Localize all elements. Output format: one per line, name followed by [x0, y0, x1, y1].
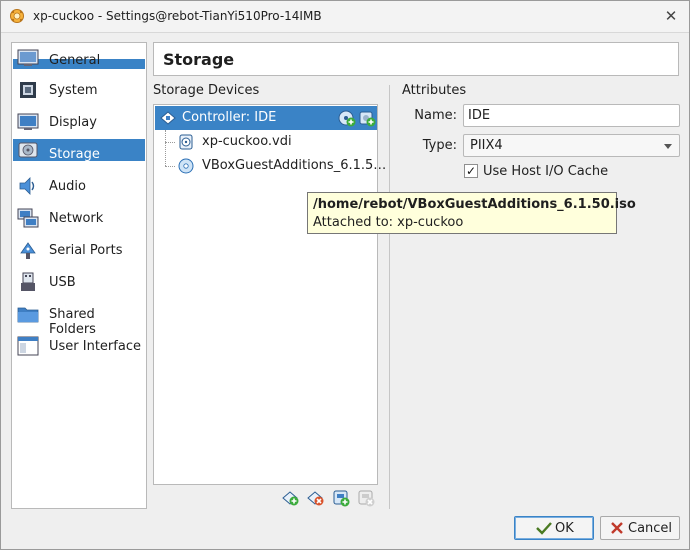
add-optical-drive-icon[interactable]	[338, 109, 356, 127]
ok-button[interactable]: OK	[514, 516, 594, 540]
use-host-io-cache-checkbox[interactable]: ✓	[464, 164, 478, 178]
tree-item-hard-disk[interactable]: xp-cuckoo.vdi	[155, 130, 377, 154]
attributes-label: Attributes	[402, 83, 467, 98]
optical-disk-icon	[178, 158, 194, 174]
tooltip-path: /home/rebot/VBoxGuestAdditions_6.1.50.is…	[313, 197, 636, 212]
tree-item-controller-ide[interactable]: Controller: IDE	[155, 106, 377, 130]
sidebar-item-shared-folders[interactable]: Shared Folders	[13, 303, 145, 337]
name-label: Name:	[414, 108, 457, 123]
cancel-button-label: Cancel	[628, 521, 673, 536]
serial-ports-icon	[20, 242, 36, 259]
ide-controller-icon	[160, 111, 176, 125]
close-icon[interactable]: ✕	[663, 8, 679, 24]
page-title: Storage	[153, 42, 679, 76]
sidebar-item-user-interface[interactable]: User Interface	[13, 335, 145, 357]
window-title: xp-cuckoo - Settings@rebot-TianYi510Pro-…	[33, 9, 322, 23]
network-icon	[17, 208, 39, 228]
add-controller-icon[interactable]	[282, 489, 300, 507]
sidebar-item-label: Storage	[49, 147, 100, 162]
ok-button-label: OK	[555, 521, 574, 536]
storage-devices-label: Storage Devices	[153, 83, 260, 98]
cancel-button[interactable]: Cancel	[600, 516, 680, 540]
system-icon	[20, 82, 36, 98]
tree-item-label: xp-cuckoo.vdi	[202, 134, 292, 149]
sidebar-item-label: General	[49, 53, 101, 68]
sidebar-item-storage[interactable]: Storage	[13, 139, 145, 162]
settings-window: xp-cuckoo - Settings@rebot-TianYi510Pro-…	[0, 0, 690, 550]
use-host-io-cache-label[interactable]: Use Host I/O Cache	[483, 164, 608, 179]
sidebar-item-label: Audio	[49, 179, 86, 194]
settings-sidebar: General System Display Storage Audio Net…	[11, 42, 147, 509]
tree-item-label: Controller: IDE	[182, 110, 277, 125]
sidebar-item-label: Serial Ports	[49, 243, 123, 258]
sidebar-item-label: USB	[49, 275, 76, 290]
add-hard-disk-icon[interactable]	[358, 109, 376, 127]
sidebar-item-display[interactable]: Display	[13, 111, 145, 133]
add-attachment-icon[interactable]	[332, 489, 350, 507]
general-icon	[17, 49, 39, 66]
tree-item-optical-disk[interactable]: VBoxGuestAdditions_6.1.5…	[155, 154, 386, 178]
storage-icon	[18, 142, 38, 158]
remove-attachment-icon[interactable]	[357, 489, 375, 507]
storage-tree[interactable]: Controller: IDE xp-cuckoo.vdi VBoxGuestA…	[153, 104, 386, 485]
sidebar-item-label: Shared Folders	[49, 307, 96, 337]
sidebar-item-label: Display	[49, 115, 97, 130]
remove-controller-icon[interactable]	[307, 489, 325, 507]
virtualbox-app-icon	[10, 9, 24, 23]
sidebar-item-general[interactable]: General	[13, 47, 145, 69]
title-bar: xp-cuckoo - Settings@rebot-TianYi510Pro-…	[1, 1, 689, 33]
display-icon	[17, 113, 39, 130]
hard-disk-icon	[179, 134, 193, 150]
type-label: Type:	[422, 138, 457, 153]
ok-check-icon	[536, 522, 552, 535]
sidebar-item-system[interactable]: System	[13, 79, 145, 101]
chevron-down-icon	[664, 144, 672, 149]
cancel-x-icon	[611, 522, 623, 534]
sidebar-item-label: System	[49, 83, 98, 98]
sidebar-item-audio[interactable]: Audio	[13, 175, 145, 197]
controller-name-input[interactable]	[463, 104, 680, 127]
panel-divider	[389, 85, 390, 509]
sidebar-item-label: User Interface	[49, 339, 141, 354]
tooltip: /home/rebot/VBoxGuestAdditions_6.1.50.is…	[307, 192, 636, 234]
user-interface-icon	[17, 336, 39, 356]
tree-item-label: VBoxGuestAdditions_6.1.5…	[202, 158, 387, 173]
tooltip-attached: Attached to: xp-cuckoo	[313, 215, 464, 230]
page-title-text: Storage	[163, 50, 235, 69]
controller-type-select[interactable]: PIIX4	[463, 134, 680, 157]
shared-folders-icon	[17, 307, 39, 323]
type-select-value: PIIX4	[470, 138, 503, 153]
usb-icon	[21, 272, 35, 291]
sidebar-item-network[interactable]: Network	[13, 207, 145, 229]
sidebar-item-serial-ports[interactable]: Serial Ports	[13, 239, 145, 261]
sidebar-item-label: Network	[49, 211, 104, 226]
sidebar-item-usb[interactable]: USB	[13, 271, 145, 293]
audio-icon	[19, 177, 35, 195]
